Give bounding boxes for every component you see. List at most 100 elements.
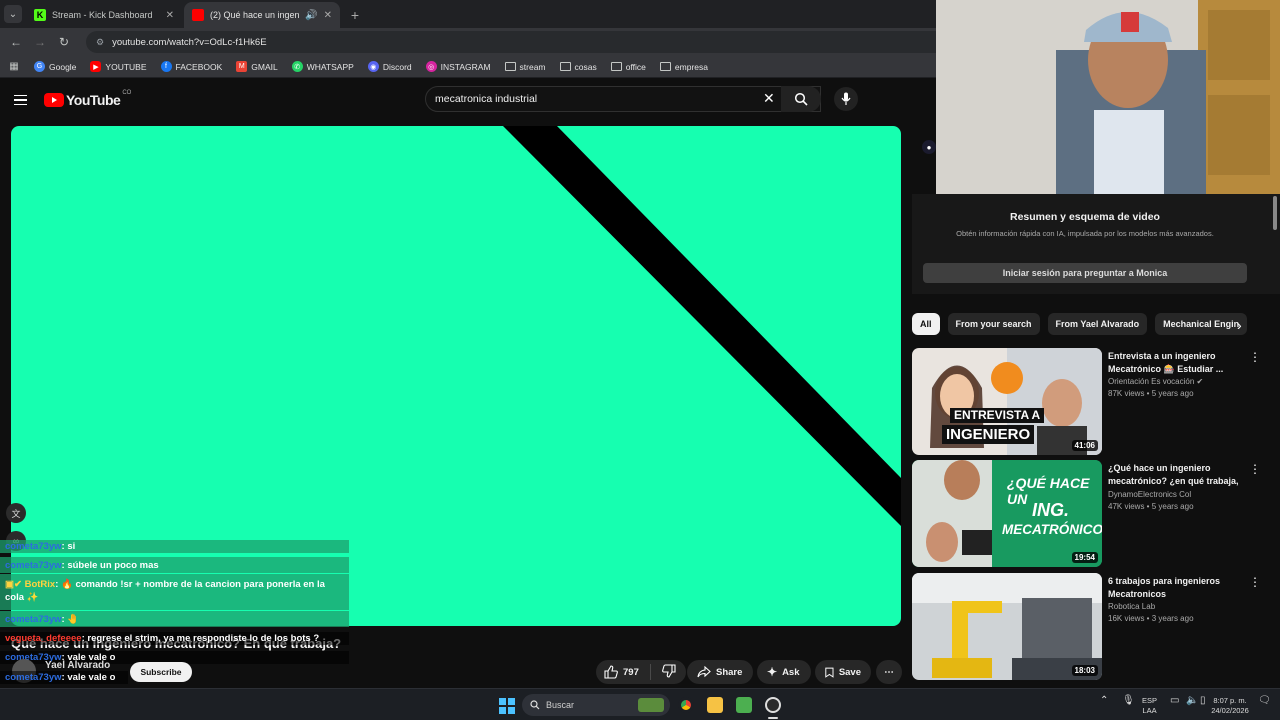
- gmail-icon: M: [236, 61, 248, 72]
- minecraft-icon[interactable]: [736, 697, 752, 713]
- recommendation-channel[interactable]: Orientación Es vocación ✔: [1108, 377, 1246, 386]
- chip-from-your-search[interactable]: From your search: [947, 313, 1040, 335]
- share-icon: [697, 666, 711, 678]
- taskbar-search[interactable]: Buscar: [522, 694, 670, 716]
- recommendation-title[interactable]: Entrevista a un ingeniero Mecatrónico 🎰 …: [1108, 350, 1246, 375]
- monica-login-button[interactable]: Iniciar sesión para preguntar a Monica: [923, 263, 1247, 283]
- channel-name[interactable]: Yael Alvarado: [45, 660, 110, 671]
- bookmark-office[interactable]: office: [610, 62, 646, 72]
- tab-youtube[interactable]: (2) Qué hace un ingeniero 🔊 ✕: [184, 2, 340, 28]
- subscribe-button[interactable]: Subscribe: [130, 662, 192, 682]
- monica-icon[interactable]: ●: [922, 140, 936, 154]
- notifications-icon[interactable]: 🗨: [1258, 696, 1271, 706]
- close-icon[interactable]: ✕: [324, 10, 332, 21]
- recommendation-item[interactable]: 18:03 6 trabajos para ingenieros Mecatro…: [912, 573, 1272, 681]
- clear-search-icon[interactable]: ✕: [763, 90, 775, 107]
- recommendation-title[interactable]: 6 trabajos para ingenieros Mecatronicos: [1108, 575, 1246, 600]
- like-count: 797: [623, 666, 639, 678]
- divider: [649, 664, 651, 680]
- bookmark-stream[interactable]: stream: [504, 62, 546, 72]
- apps-grid-icon[interactable]: ▦: [8, 57, 20, 77]
- discord-icon: ◉: [367, 61, 379, 72]
- ask-button[interactable]: ✦ Ask: [757, 660, 811, 684]
- bookmark-discord[interactable]: ◉ Discord: [367, 61, 412, 72]
- share-button[interactable]: Share: [687, 660, 753, 684]
- url-text: youtube.com/watch?v=OdLc-f1Hk6E: [112, 36, 267, 48]
- monica-panel: Resumen y esquema de video Obtén informa…: [912, 194, 1280, 294]
- close-icon[interactable]: ✕: [166, 10, 174, 21]
- video-thumbnail[interactable]: ¿QUÉ HACE UN ING. MECATRÓNICO? 19:54: [912, 460, 1102, 567]
- voice-search-button[interactable]: [834, 87, 858, 111]
- bookmark-whatsapp[interactable]: ✆ WHATSAPP: [291, 61, 354, 72]
- battery-icon[interactable]: ▯: [1200, 696, 1206, 706]
- more-vertical-icon[interactable]: ⋮: [1249, 462, 1261, 476]
- monica-subtitle: Obtén información rápida con IA, impulsa…: [956, 229, 1214, 238]
- scrollbar[interactable]: [1273, 196, 1277, 230]
- recommendation-title[interactable]: ¿Qué hace un ingeniero mecatrónico? ¿en …: [1108, 462, 1246, 488]
- microphone-icon: [841, 92, 851, 105]
- tab-title: (2) Qué hace un ingeniero: [210, 10, 300, 20]
- recommendation-channel[interactable]: Robotica Lab: [1108, 602, 1246, 611]
- address-bar[interactable]: ⚙ youtube.com/watch?v=OdLc-f1Hk6E: [86, 31, 966, 53]
- site-info-icon[interactable]: ⚙: [96, 37, 104, 48]
- obs-icon[interactable]: [765, 697, 781, 713]
- recommendation-item[interactable]: ¿QUÉ HACE UN ING. MECATRÓNICO? 19:54 ¿Qu…: [912, 460, 1272, 568]
- video-thumbnail[interactable]: 18:03: [912, 573, 1102, 680]
- clock[interactable]: 8:07 p. m. 24/02/2026: [1206, 696, 1254, 716]
- speaker-icon[interactable]: 🔊: [305, 10, 317, 21]
- file-explorer-icon[interactable]: [707, 697, 723, 713]
- whatsapp-icon: ✆: [291, 61, 303, 72]
- dislike-button[interactable]: [661, 663, 676, 681]
- bookmark-instagram[interactable]: ◎ INSTAGRAM: [425, 61, 491, 72]
- youtube-play-icon: [44, 93, 64, 107]
- tab-search-button[interactable]: ⌄: [4, 5, 22, 23]
- like-dislike-group: 797: [596, 660, 686, 684]
- forward-arrow-icon[interactable]: →: [30, 32, 50, 52]
- thumb-caption: ENTREVISTA A: [950, 408, 1045, 423]
- bookmark-youtube[interactable]: ▶ YOUTUBE: [90, 61, 147, 72]
- bookmark-gmail[interactable]: M GMAIL: [236, 61, 278, 72]
- reload-icon[interactable]: ↻: [54, 32, 74, 52]
- folder-icon: [610, 62, 622, 71]
- tray-chevron-up-icon[interactable]: ⌃: [1100, 696, 1108, 706]
- network-icon[interactable]: ▭: [1170, 696, 1179, 706]
- recommendation-item[interactable]: ENTREVISTA A INGENIERO 41:06 Entrevista …: [912, 348, 1272, 456]
- bookmark-empresa[interactable]: empresa: [659, 62, 708, 72]
- search-query: mecatronica industrial: [435, 93, 538, 105]
- chevron-right-icon[interactable]: ›: [1237, 317, 1242, 333]
- chip-mechanical-engineering[interactable]: Mechanical Engin: [1155, 313, 1248, 335]
- search-icon: [530, 700, 540, 710]
- chip-all[interactable]: All: [912, 313, 940, 335]
- video-thumbnail[interactable]: ENTREVISTA A INGENIERO 41:06: [912, 348, 1102, 455]
- tab-kick-dashboard[interactable]: K Stream - Kick Dashboard ✕: [26, 2, 182, 28]
- bookmark-google[interactable]: G Google: [34, 61, 76, 72]
- more-vertical-icon[interactable]: ⋮: [1249, 575, 1261, 589]
- search-button[interactable]: [781, 86, 821, 112]
- more-actions-button[interactable]: ⋯: [876, 660, 902, 684]
- back-arrow-icon[interactable]: ←: [6, 32, 26, 52]
- chip-from-channel[interactable]: From Yael Alvarado: [1047, 313, 1148, 335]
- bookmark-facebook[interactable]: f FACEBOOK: [160, 61, 222, 72]
- volume-icon[interactable]: 🔈: [1186, 696, 1198, 706]
- windows-start-icon[interactable]: [499, 698, 515, 714]
- like-button[interactable]: 797: [604, 665, 639, 679]
- language-indicator[interactable]: ESP LAA: [1142, 696, 1157, 716]
- sparkle-icon: ✦: [767, 665, 778, 679]
- search-highlight-icon: [638, 698, 664, 712]
- folder-icon: [504, 62, 516, 71]
- microphone-tray-icon[interactable]: 🎙: [1122, 696, 1135, 706]
- thumbnail-image: [912, 573, 1102, 680]
- duration-badge: 19:54: [1071, 552, 1098, 563]
- bookmark-cosas[interactable]: cosas: [559, 62, 597, 72]
- chrome-icon[interactable]: [678, 697, 694, 713]
- save-button[interactable]: Save: [815, 660, 871, 684]
- search-input[interactable]: mecatronica industrial: [425, 86, 821, 112]
- youtube-logo[interactable]: YouTube CO: [44, 90, 131, 108]
- more-vertical-icon[interactable]: ⋮: [1249, 350, 1261, 364]
- new-tab-button[interactable]: +: [346, 6, 364, 24]
- chat-message: cometa73yw: vale vale o: [0, 671, 128, 684]
- translate-icon[interactable]: 文: [6, 503, 26, 523]
- recommendation-channel[interactable]: DynamoElectronics Col: [1108, 490, 1246, 499]
- menu-icon[interactable]: [14, 94, 38, 106]
- recommendation-meta: 47K views • 5 years ago: [1108, 502, 1194, 511]
